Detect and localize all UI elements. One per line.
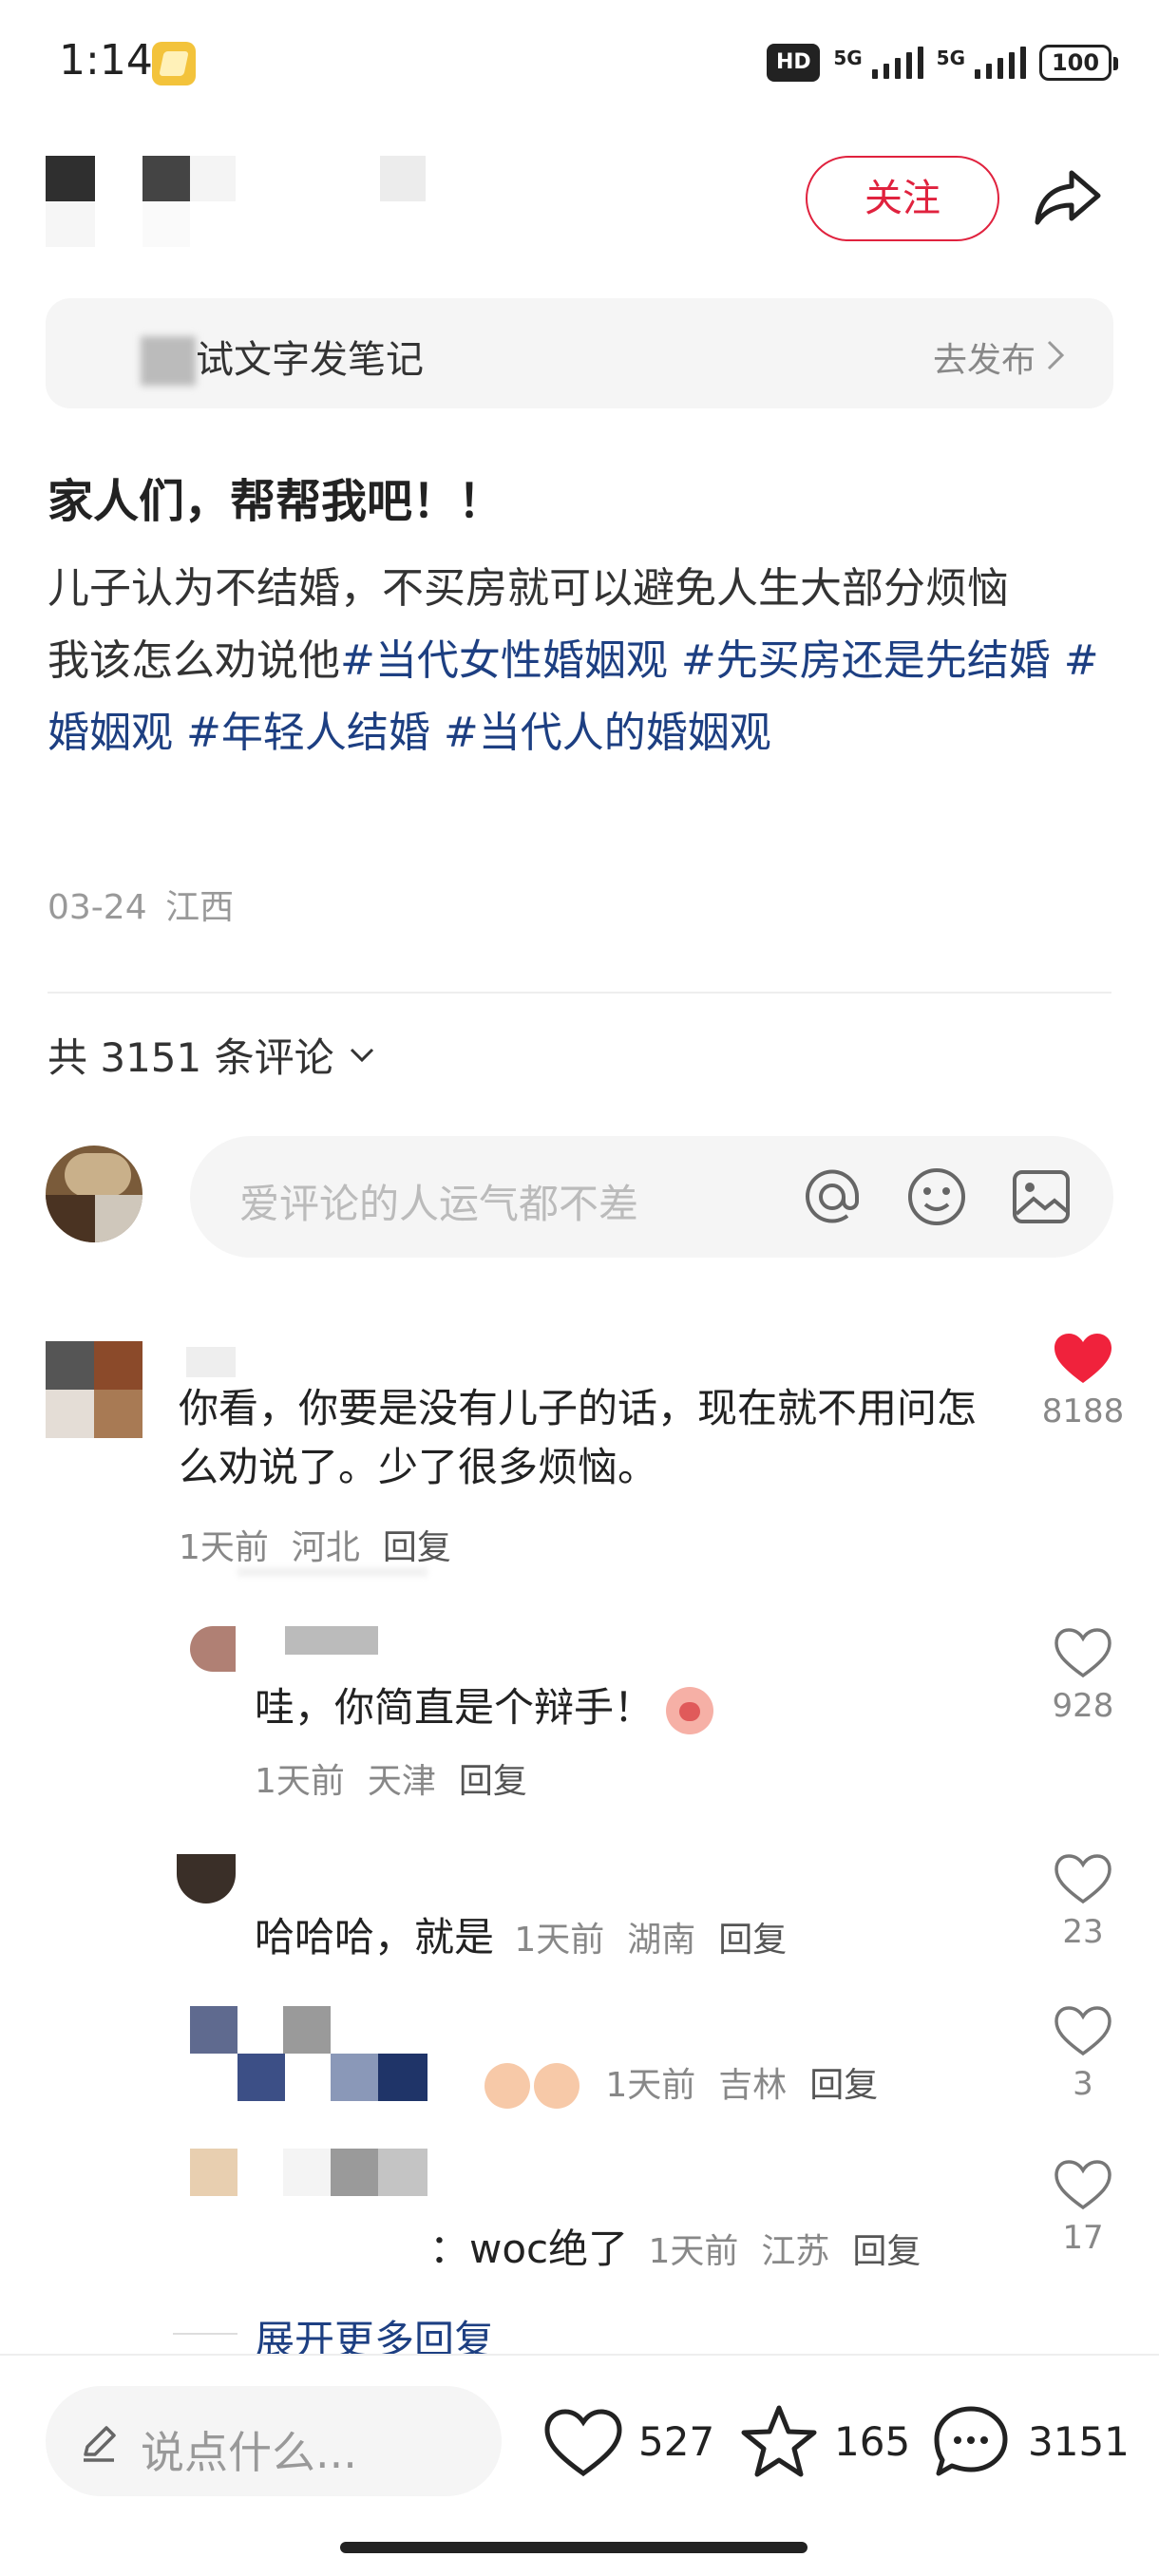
post-body: 儿子认为不结婚，不买房就可以避免人生大部分烦恼 我该怎么劝说他#当代女性婚姻观 … <box>48 553 1121 769</box>
post-star-count: 165 <box>834 2418 911 2465</box>
emoji-icon[interactable] <box>904 1165 969 1229</box>
crying-emoji-icon <box>484 2062 530 2109</box>
reply-like[interactable]: 3 <box>1026 2004 1140 2103</box>
heart-outline-icon <box>1054 2006 1112 2056</box>
reply-location: 天津 <box>367 1762 436 1801</box>
avatar[interactable] <box>46 1341 142 1438</box>
reply-time: 1天前 <box>255 1762 345 1801</box>
hashtag[interactable]: #先买房还是先结婚 <box>681 636 1051 685</box>
peach-emoji-icon <box>666 1686 714 1734</box>
hashtag[interactable]: #当代女性婚姻观 <box>340 636 668 685</box>
pencil-icon <box>76 2420 122 2466</box>
post-line-2: 我该怎么劝说他 <box>48 636 340 685</box>
reply-like[interactable]: 928 <box>1026 1626 1140 1725</box>
comment-bubble-icon[interactable] <box>931 2403 1011 2479</box>
follow-button[interactable]: 关注 <box>806 156 999 241</box>
comment-time: 1天前 <box>179 1528 269 1567</box>
reply-time: 1天前 <box>605 2066 696 2105</box>
post-comment-count: 3151 <box>1028 2418 1130 2465</box>
battery-icon: 100 <box>1039 45 1118 81</box>
reply-time: 1天前 <box>514 1921 605 1960</box>
post-location: 江西 <box>165 888 235 927</box>
like-count: 17 <box>1062 2219 1104 2257</box>
reply-button[interactable]: 回复 <box>718 1921 787 1960</box>
comment-input-placeholder: 爱评论的人运气都不差 <box>239 1181 639 1227</box>
like-count: 928 <box>1052 1687 1114 1725</box>
username-redacted[interactable] <box>186 1347 236 1377</box>
hashtag[interactable]: #年轻人结婚 <box>186 709 430 757</box>
comment-location: 河北 <box>291 1528 360 1567</box>
like-count: 3 <box>1073 2065 1093 2103</box>
reply-location: 江苏 <box>761 2232 830 2271</box>
star-icon[interactable] <box>739 2403 819 2479</box>
status-icons: HD 5G 5G 100 <box>767 40 1118 85</box>
hd-icon: HD <box>767 44 821 82</box>
comment-meta: 1天前 河北 回复 <box>179 1520 474 1569</box>
reply-like[interactable]: 23 <box>1026 1852 1140 1951</box>
reply-text: 1天前 吉林 回复 <box>484 2057 878 2109</box>
comment-count-sort[interactable]: 共 3151 条评论 <box>48 1026 376 1084</box>
reply-button[interactable]: 回复 <box>383 1528 451 1567</box>
like-count: 23 <box>1062 1913 1104 1951</box>
image-icon[interactable] <box>1009 1165 1074 1229</box>
reply-text: 哇，你简直是个辩手！ <box>255 1676 714 1734</box>
comment-count-label: 共 3151 条评论 <box>48 1034 334 1081</box>
reply-location: 湖南 <box>627 1921 696 1960</box>
post-line-1: 儿子认为不结婚，不买房就可以避免人生大部分烦恼 <box>48 564 1009 613</box>
reply-like[interactable]: 17 <box>1026 2158 1140 2257</box>
post-meta: 03-24 江西 <box>48 880 234 929</box>
reply-location: 吉林 <box>718 2066 788 2105</box>
like-count: 8188 <box>1041 1392 1125 1430</box>
post-title: 家人们，帮帮我吧！！ <box>48 475 504 528</box>
reply-meta: 1天前 天津 回复 <box>255 1753 527 1803</box>
heart-filled-icon <box>1054 1334 1112 1383</box>
heart-outline-icon <box>1054 1628 1112 1678</box>
reply-time: 1天前 <box>648 2232 739 2271</box>
divider <box>48 992 1112 994</box>
signal-icon: 5G <box>937 47 1026 79</box>
say-something-placeholder: 说点什么... <box>141 2427 357 2478</box>
chevron-down-icon <box>348 1046 376 1065</box>
home-indicator[interactable] <box>340 2542 808 2553</box>
share-arrow-icon[interactable] <box>1030 160 1106 236</box>
banner-image-redacted <box>141 336 196 386</box>
signal-icon: 5G <box>833 47 923 79</box>
mention-at-icon[interactable] <box>800 1165 864 1229</box>
reply-button[interactable]: 回复 <box>459 1762 527 1801</box>
reply-text: ：woc绝了 1天前 江苏 回复 <box>429 2226 922 2272</box>
my-avatar <box>46 1146 142 1242</box>
go-publish-link[interactable]: 去发布 <box>933 332 1036 382</box>
notes-app-icon <box>152 42 196 85</box>
reply-button[interactable]: 回复 <box>809 2066 878 2105</box>
reply-text: 哈哈哈，就是 1天前 湖南 回复 <box>255 1914 788 1960</box>
comment-like[interactable]: 8188 <box>1026 1332 1140 1430</box>
like-heart-icon[interactable] <box>543 2407 623 2479</box>
divider <box>173 2333 238 2335</box>
heart-outline-icon <box>1054 2160 1112 2210</box>
post-date: 03-24 <box>48 888 147 927</box>
status-time: 1:14 <box>59 36 153 85</box>
reply-button[interactable]: 回复 <box>852 2232 921 2271</box>
comment-text: 你看，你要是没有儿子的话，现在就不用问怎么劝说了。少了很多烦恼。 <box>179 1385 978 1490</box>
banner-text: 试文字发笔记 <box>196 338 424 382</box>
heart-outline-icon <box>1054 1854 1112 1904</box>
chevron-right-icon <box>1045 336 1068 374</box>
post-like-count: 527 <box>638 2418 715 2465</box>
hashtag[interactable]: #当代人的婚姻观 <box>444 709 771 757</box>
crying-emoji-icon <box>534 2062 580 2109</box>
